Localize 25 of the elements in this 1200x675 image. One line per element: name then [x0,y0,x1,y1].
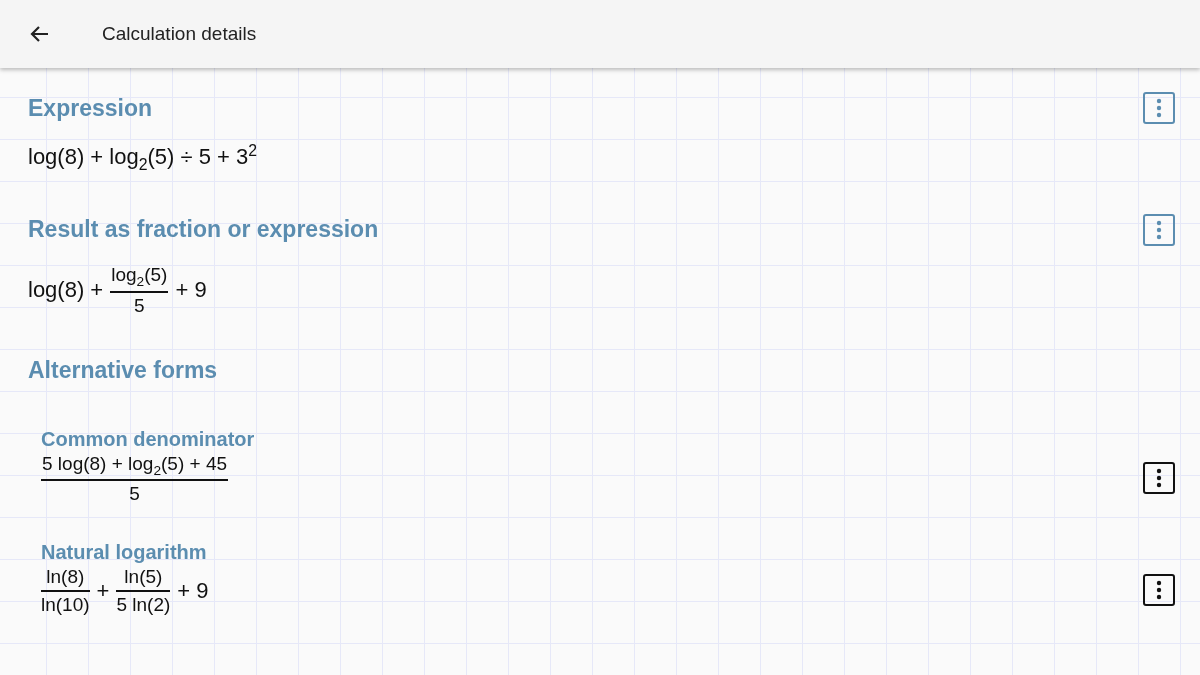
form-heading: Natural logarithm [41,541,208,565]
math-expression: + 9 [175,277,207,304]
numerator: 5 log(8) + log$_{2}$(5) + 45 [41,452,229,482]
section-heading: Alternative forms [28,356,218,384]
math-expression: + [96,578,110,605]
denominator: 5 [128,482,141,506]
denominator: 5 [133,293,146,317]
more-vertical-icon [1156,98,1162,118]
numerator: log$_{2}$(5) [110,263,169,293]
more-vertical-icon [1156,467,1162,488]
math-expression: log(8) + [28,277,104,304]
numerator: ln(8) [41,566,90,593]
math-expression: log(8) + log$_{2}$(5) ÷ 5 + 3$^{2}$ [28,142,258,174]
form-heading: Common denominator [41,427,256,451]
more-vertical-icon [1156,219,1162,240]
section-heading: Result as fraction or expression [28,216,379,244]
page-title: Calculation details [102,23,257,45]
section-heading: Expression [28,94,152,122]
denominator: ln(10) [41,593,90,617]
more-button[interactable] [1143,461,1175,494]
math-expression: + 9 [177,578,209,605]
denominator: 5 ln(2) [116,593,171,617]
numerator: ln(5) [116,566,171,593]
more-button[interactable] [1143,574,1175,607]
more-vertical-icon [1156,580,1162,601]
